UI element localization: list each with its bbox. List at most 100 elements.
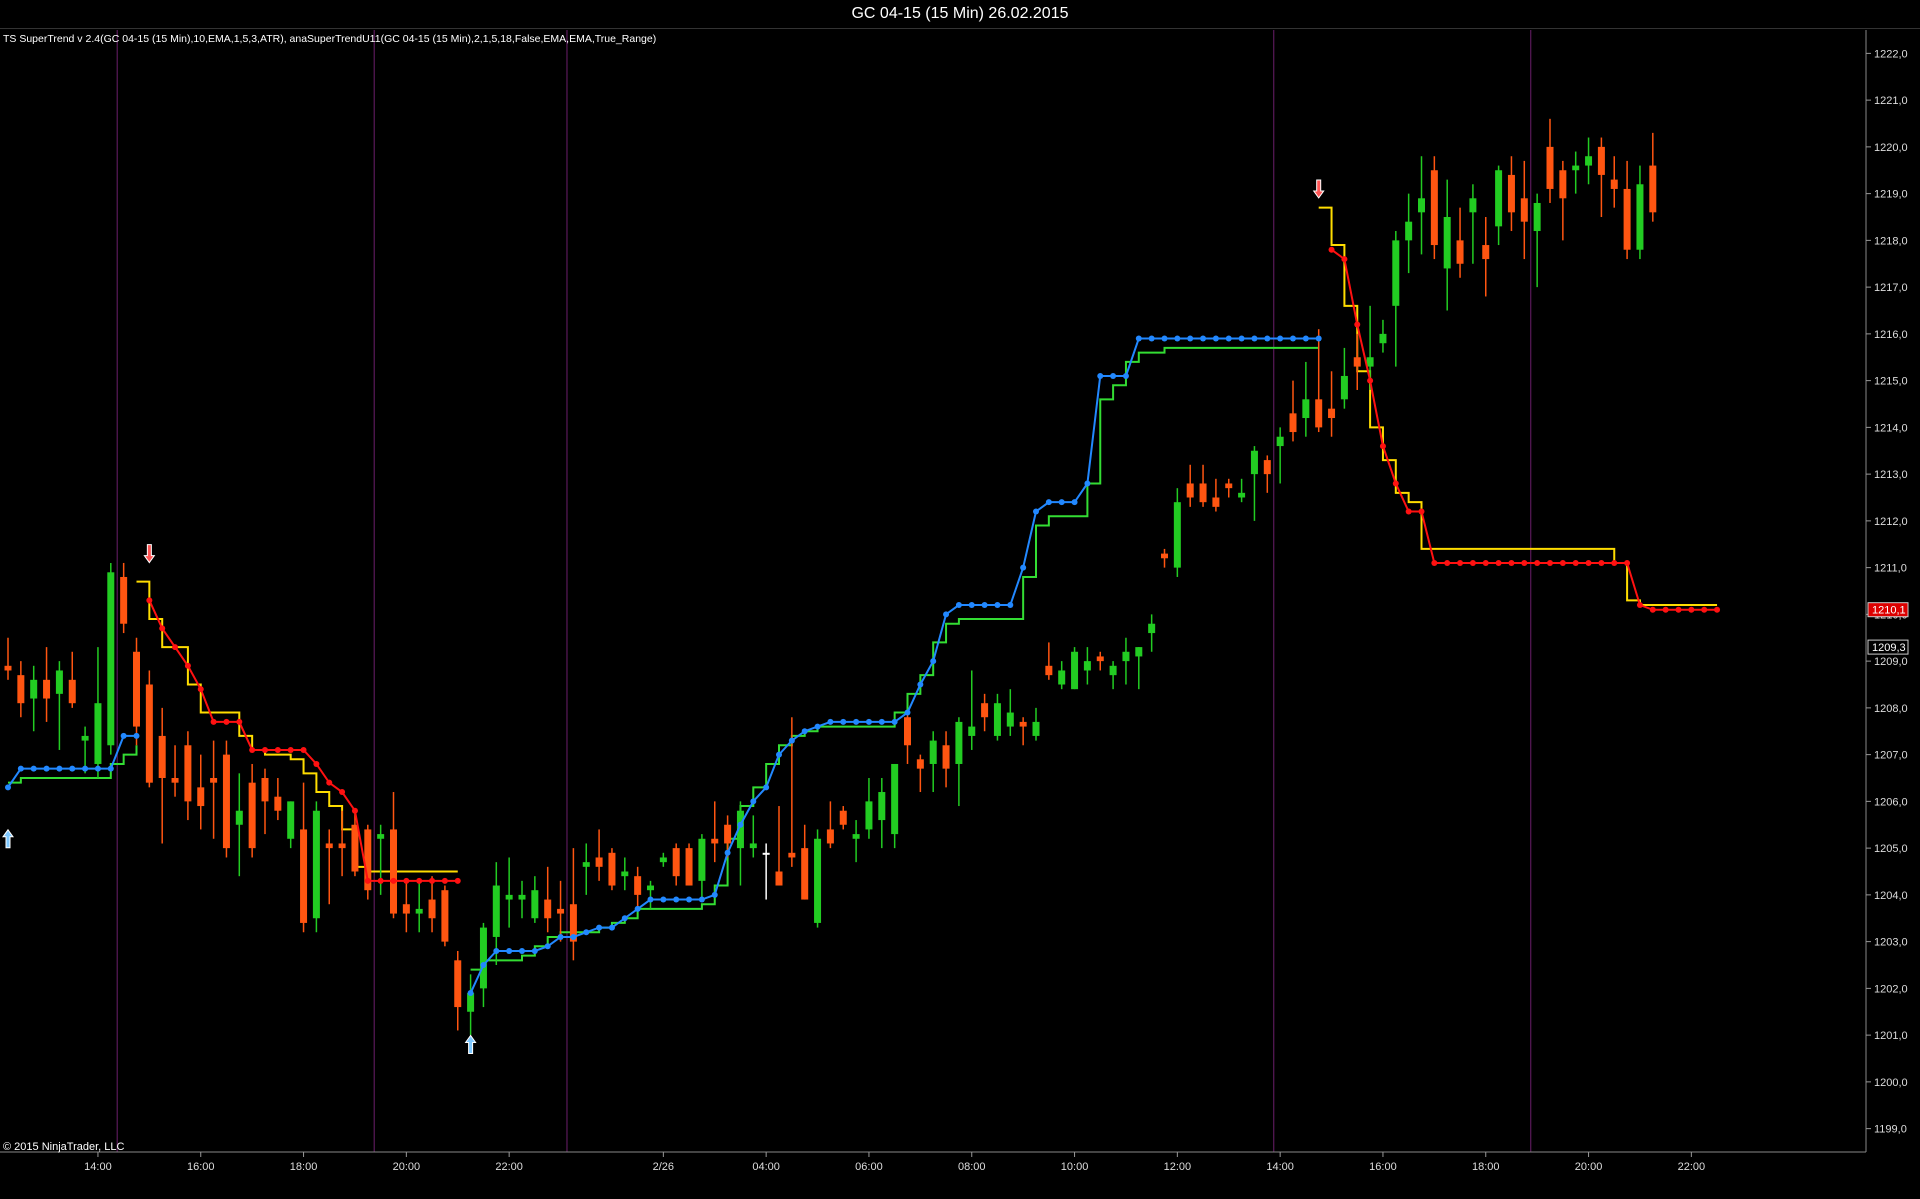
supertrend-down-dot bbox=[1469, 559, 1476, 566]
x-axis[interactable]: 14:00 16:00 18:00 20:00 22:00 2/26 04:00 06:00 0… bbox=[84, 1152, 1705, 1173]
supertrend-down-dot bbox=[1559, 559, 1566, 566]
supertrend-up-dot bbox=[1007, 602, 1014, 609]
candle-body bbox=[826, 829, 834, 844]
candle-body bbox=[775, 871, 783, 886]
supertrend-up-dot bbox=[1225, 335, 1232, 342]
supertrend-down-dot bbox=[1662, 606, 1669, 613]
supertrend-down-dot bbox=[1328, 246, 1335, 253]
y-tick-label: 1212,0 bbox=[1874, 516, 1908, 528]
x-tick-label: 18:00 bbox=[290, 1161, 318, 1173]
candle-body bbox=[158, 735, 166, 778]
supertrend-up-dot bbox=[467, 990, 474, 997]
supertrend-down-dot bbox=[184, 662, 191, 669]
y-axis[interactable]: 1199,0 1200,0 1201,0 1202,0 1203,0 1204,0 1205… bbox=[1866, 48, 1908, 1136]
supertrend-down-dot bbox=[326, 779, 333, 786]
candlestick-chart[interactable]: 1199,0 1200,0 1201,0 1202,0 1203,0 1204,0 1205… bbox=[0, 0, 1920, 1199]
candle-body bbox=[1507, 174, 1515, 213]
candle-body bbox=[518, 894, 526, 900]
supertrend-down-dot bbox=[1379, 443, 1386, 450]
supertrend-up-dot bbox=[1084, 480, 1091, 487]
candle-body bbox=[1443, 217, 1451, 269]
candle-body bbox=[1610, 179, 1618, 189]
candle-body bbox=[1649, 165, 1657, 213]
candle-body bbox=[1418, 198, 1425, 213]
candle-body bbox=[1328, 408, 1336, 419]
supertrend-up-dot bbox=[583, 929, 590, 936]
supertrend-up-dot bbox=[1020, 564, 1027, 571]
supertrend-down-dot bbox=[1649, 606, 1656, 613]
candle-body bbox=[904, 717, 911, 746]
candle-body bbox=[1572, 165, 1580, 171]
candle-body bbox=[1135, 647, 1143, 657]
candle-body bbox=[1340, 375, 1348, 400]
candle-body bbox=[287, 801, 295, 839]
supertrend-up-dot bbox=[647, 896, 654, 903]
supertrend-down-dot bbox=[210, 718, 217, 725]
candle-body bbox=[621, 871, 629, 877]
candle-body bbox=[981, 703, 989, 718]
supertrend-up-dot bbox=[788, 737, 795, 744]
candle-body bbox=[659, 857, 667, 863]
supertrend-up-dot bbox=[904, 709, 911, 716]
y-tick-label: 1200,0 bbox=[1874, 1077, 1908, 1089]
candle-body bbox=[300, 829, 308, 923]
plot-area[interactable] bbox=[0, 30, 1866, 1152]
candle-body bbox=[1058, 670, 1066, 685]
supertrend-up-dot bbox=[763, 784, 770, 791]
candle-body bbox=[210, 778, 218, 783]
candle-body bbox=[698, 838, 706, 881]
candle-body bbox=[222, 754, 230, 849]
candle-body bbox=[325, 843, 333, 849]
supertrend-up-dot bbox=[827, 718, 834, 725]
supertrend-down-dot bbox=[300, 746, 307, 753]
candle-body bbox=[1045, 665, 1053, 676]
supertrend-down-dot bbox=[403, 877, 410, 884]
supertrend-up-dot bbox=[5, 784, 11, 791]
candle-body bbox=[492, 885, 500, 937]
supertrend-up-dot bbox=[737, 821, 744, 828]
candle-body bbox=[1585, 156, 1593, 166]
supertrend-up-dot bbox=[1174, 335, 1181, 342]
candle-body bbox=[351, 824, 359, 872]
candle-body bbox=[377, 834, 385, 839]
supertrend-down-dot bbox=[1431, 559, 1438, 566]
y-tick-label: 1215,0 bbox=[1874, 376, 1908, 388]
supertrend-up-dot bbox=[1212, 335, 1219, 342]
x-tick-label: 12:00 bbox=[1164, 1161, 1192, 1173]
x-tick-label: 20:00 bbox=[1575, 1161, 1603, 1173]
supertrend-up-dot bbox=[43, 765, 50, 772]
supertrend-up-dot bbox=[814, 723, 821, 730]
candle-body bbox=[441, 890, 449, 942]
y-tick-label: 1211,0 bbox=[1874, 563, 1907, 575]
supertrend-up-dot bbox=[955, 602, 962, 609]
x-tick-label: 08:00 bbox=[958, 1161, 986, 1173]
supertrend-down-dot bbox=[1547, 559, 1553, 566]
supertrend-down-dot bbox=[339, 789, 346, 796]
candle-body bbox=[993, 703, 1001, 736]
supertrend-down-dot bbox=[377, 877, 384, 884]
candle-body bbox=[608, 852, 616, 886]
supertrend-up-dot bbox=[1200, 335, 1207, 342]
candle-body bbox=[1238, 492, 1246, 498]
candle-body bbox=[1225, 483, 1233, 489]
candle-body bbox=[916, 759, 924, 769]
price-label-text: 1210,1 bbox=[1872, 605, 1906, 617]
supertrend-up-dot bbox=[120, 732, 127, 739]
candle-body bbox=[428, 899, 436, 919]
supertrend-down-dot bbox=[1367, 377, 1374, 384]
candle-body bbox=[852, 834, 860, 839]
supertrend-up-dot bbox=[750, 798, 757, 805]
supertrend-up-dot bbox=[1290, 335, 1296, 342]
candle-body bbox=[171, 778, 179, 783]
supertrend-down-dot bbox=[1701, 606, 1708, 613]
candle-body bbox=[647, 885, 654, 891]
y-tick-label: 1204,0 bbox=[1874, 890, 1908, 902]
candle-body bbox=[711, 838, 719, 844]
supertrend-down-dot bbox=[416, 877, 423, 884]
supertrend-down-dot bbox=[249, 746, 256, 753]
supertrend-up-dot bbox=[711, 891, 718, 898]
supertrend-up-dot bbox=[801, 728, 808, 735]
y-tick-label: 1219,0 bbox=[1874, 189, 1908, 201]
supertrend-up-dot bbox=[1302, 335, 1309, 342]
supertrend-up-dot bbox=[698, 896, 705, 903]
